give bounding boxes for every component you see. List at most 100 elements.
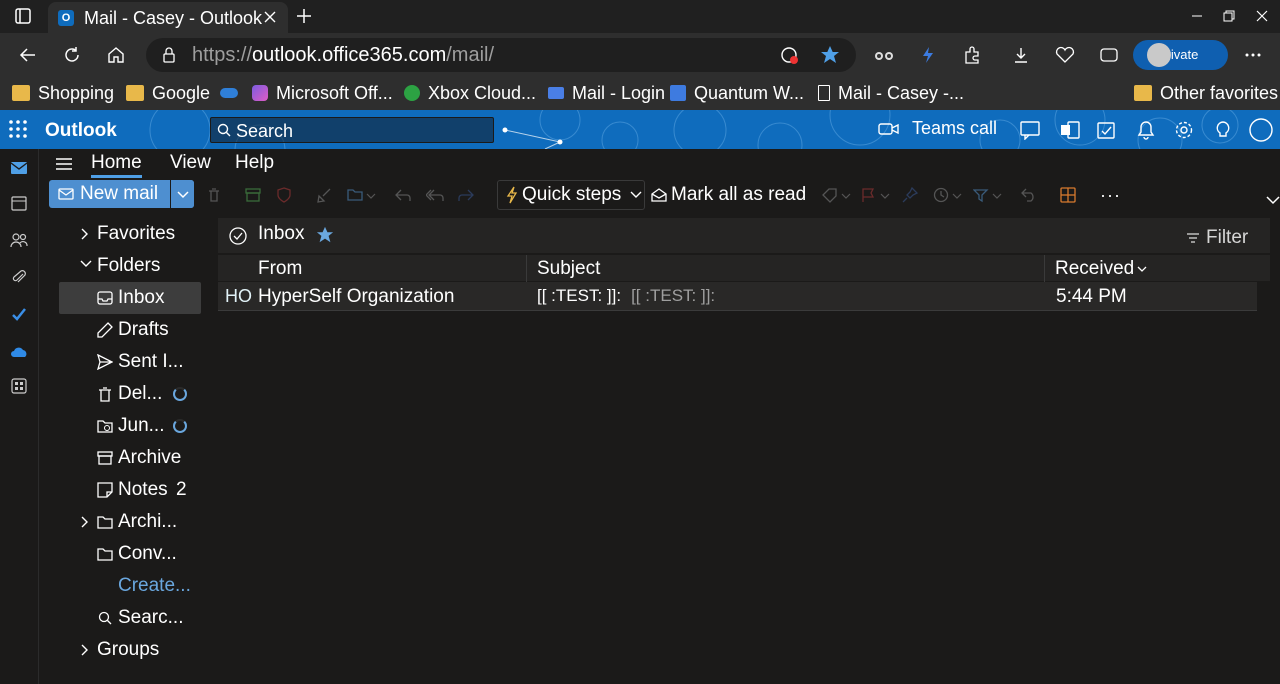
chat-icon[interactable] [1019, 119, 1041, 141]
chevron-right-icon [79, 227, 89, 241]
column-from[interactable]: From [258, 258, 302, 280]
mail-icon[interactable] [10, 159, 28, 177]
app-launcher-icon[interactable] [8, 119, 28, 139]
archive-icon[interactable] [244, 186, 262, 204]
refresh-icon[interactable] [60, 43, 84, 67]
new-tab-icon[interactable] [294, 6, 314, 26]
column-divider[interactable] [526, 255, 527, 282]
favorite-shopping[interactable]: Shopping [12, 81, 114, 105]
report-shield-icon[interactable] [275, 186, 293, 204]
flag-icon[interactable] [861, 186, 891, 204]
favorite-quantum[interactable]: Quantum W... [670, 81, 804, 105]
back-icon[interactable] [16, 43, 40, 67]
create-new-folder-link[interactable]: Create... [39, 570, 217, 602]
reply-all-icon[interactable] [426, 186, 444, 204]
table-row[interactable]: HO HyperSelf Organization [[ :TEST: ]]:[… [218, 282, 1257, 311]
folder-sent-items[interactable]: Sent I... [39, 346, 217, 378]
restore-icon[interactable] [1219, 6, 1239, 26]
folder-inbox[interactable]: Inbox [59, 282, 201, 314]
attachment-icon[interactable] [10, 268, 28, 286]
tab-help[interactable]: Help [235, 152, 274, 174]
tab-home[interactable]: Home [91, 152, 142, 178]
home-icon[interactable] [104, 43, 128, 67]
calendar-icon[interactable] [10, 194, 28, 212]
hamburger-menu-icon[interactable] [55, 157, 73, 171]
forward-icon[interactable] [457, 186, 475, 204]
delete-icon[interactable] [205, 186, 223, 204]
favorite-microsoft-office[interactable]: Microsoft Off... [252, 81, 393, 105]
mark-all-read-button[interactable]: Mark all as read [651, 184, 806, 206]
inprivate-button[interactable]: InPrivate [1133, 40, 1228, 70]
filter-button[interactable]: Filter [1186, 227, 1248, 249]
extensions-icon[interactable] [960, 43, 984, 67]
rules-icon[interactable] [973, 186, 1003, 204]
tag-icon[interactable] [822, 186, 852, 204]
quick-steps-dropdown-icon[interactable] [629, 187, 643, 201]
browser-tab-active[interactable]: O Mail - Casey - Outlook [48, 2, 288, 33]
favorite-xbox-cloud[interactable]: Xbox Cloud... [404, 81, 536, 105]
chevron-right-icon [79, 643, 89, 657]
other-favorites[interactable]: Other favorites [1134, 81, 1278, 105]
quick-steps-button[interactable]: Quick steps [497, 180, 645, 210]
favorite-onedrive[interactable] [220, 81, 246, 105]
more-options-button[interactable]: ··· [1100, 185, 1121, 206]
tab-view[interactable]: View [170, 152, 211, 174]
teams-call-button[interactable]: Teams call [878, 118, 997, 139]
folders-header[interactable]: Folders [39, 250, 217, 282]
folder-drafts[interactable]: Drafts [39, 314, 217, 346]
tips-lightbulb-icon[interactable] [1212, 119, 1234, 141]
people-icon[interactable] [10, 231, 28, 249]
move-to-folder-icon[interactable] [347, 186, 377, 204]
tab-close-icon[interactable] [260, 7, 280, 27]
outlook-brand[interactable]: Outlook [45, 120, 117, 142]
downloads-icon[interactable] [1009, 43, 1033, 67]
sweep-broom-icon[interactable] [315, 186, 333, 204]
my-day-icon[interactable] [1095, 119, 1117, 141]
tab-actions-icon[interactable] [14, 7, 32, 25]
search-input[interactable]: Search [210, 117, 494, 143]
column-received[interactable]: Received [1055, 258, 1148, 280]
folder-archive[interactable]: Archive [39, 442, 217, 474]
folder-conversation-history[interactable]: Conv... [39, 538, 217, 570]
notifications-bell-icon[interactable] [1135, 119, 1157, 141]
folder-deleted-items[interactable]: Del... [39, 378, 217, 410]
settings-more-icon[interactable] [1241, 43, 1265, 67]
new-mail-dropdown[interactable] [170, 180, 194, 208]
undo-icon[interactable] [1020, 186, 1038, 204]
favorite-google[interactable]: Google [126, 81, 210, 105]
close-window-icon[interactable] [1252, 6, 1272, 26]
column-divider[interactable] [1044, 255, 1045, 282]
folder-notes[interactable]: Notes 2 [39, 474, 217, 506]
favorite-star-icon[interactable] [316, 226, 334, 244]
account-avatar-icon[interactable] [1248, 117, 1274, 143]
office-apps-icon[interactable] [1059, 119, 1081, 141]
more-apps-icon[interactable] [10, 377, 28, 395]
column-subject[interactable]: Subject [537, 258, 600, 280]
apps-addin-icon[interactable] [1059, 186, 1077, 204]
pin-icon[interactable] [901, 186, 919, 204]
reply-icon[interactable] [394, 186, 412, 204]
extension-bolt-icon[interactable] [916, 43, 940, 67]
onedrive-cloud-icon[interactable] [10, 343, 28, 361]
address-bar[interactable]: https://outlook.office365.com/mail/ [146, 38, 856, 72]
tracking-prevention-icon[interactable] [780, 46, 800, 66]
todo-check-icon[interactable] [10, 305, 28, 323]
copilot-icon[interactable] [1097, 43, 1121, 67]
minimize-icon[interactable] [1187, 6, 1207, 26]
chevron-right-icon[interactable] [79, 515, 89, 529]
lock-icon[interactable] [162, 47, 176, 63]
folder-archive-sub[interactable]: Archi... [39, 506, 217, 538]
favorite-mail-login[interactable]: Mail - Login [548, 81, 665, 105]
select-all-checkbox[interactable] [229, 227, 247, 245]
browser-essentials-icon[interactable] [1053, 43, 1077, 67]
snooze-clock-icon[interactable] [933, 186, 963, 204]
favorite-mail-casey[interactable]: Mail - Casey -... [818, 81, 964, 105]
favorites-header[interactable]: Favorites [39, 218, 217, 250]
favorite-star-icon[interactable] [820, 45, 840, 65]
extension-glasses-icon[interactable] [872, 43, 896, 67]
ribbon-expand-chevron-icon[interactable] [1265, 195, 1280, 205]
settings-gear-icon[interactable] [1173, 119, 1195, 141]
folder-junk-email[interactable]: Jun... [39, 410, 217, 442]
folder-search-folders[interactable]: Searc... [39, 602, 217, 634]
groups-header[interactable]: Groups [39, 634, 217, 666]
